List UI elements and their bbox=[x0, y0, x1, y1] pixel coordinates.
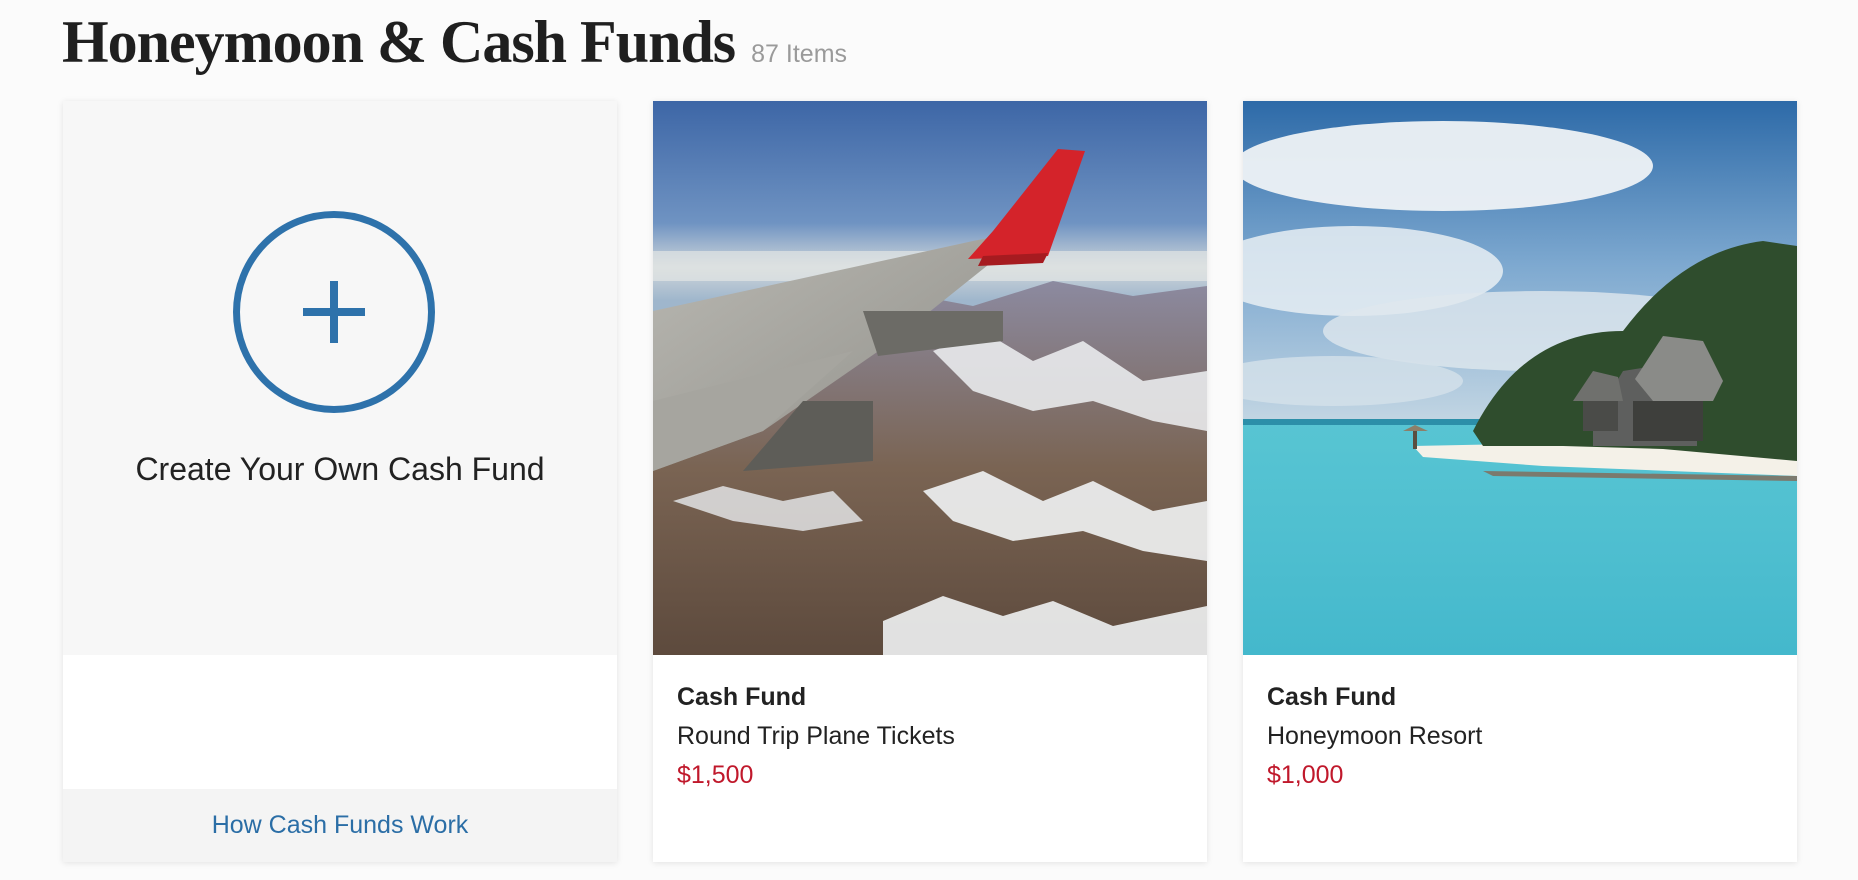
item-count: 87 Items bbox=[751, 40, 848, 68]
section-header: Honeymoon & Cash Funds 87 Items bbox=[62, 8, 847, 77]
create-fund-button[interactable]: Create Your Own Cash Fund bbox=[63, 101, 617, 655]
fund-type: Cash Fund bbox=[1267, 683, 1397, 711]
beach-resort-image[interactable] bbox=[1243, 101, 1797, 655]
fund-info: Cash Fund Round Trip Plane Tickets $1,50… bbox=[677, 683, 955, 790]
plus-circle-icon bbox=[233, 211, 435, 413]
page-title: Honeymoon & Cash Funds bbox=[62, 9, 736, 75]
fund-info: Cash Fund Honeymoon Resort $1,000 bbox=[1267, 683, 1482, 790]
page: Honeymoon & Cash Funds 87 Items Create Y… bbox=[0, 0, 1858, 880]
airplane-wing-image[interactable] bbox=[653, 101, 1207, 655]
fund-card[interactable]: Cash Fund Round Trip Plane Tickets $1,50… bbox=[653, 101, 1207, 862]
fund-name[interactable]: Round Trip Plane Tickets bbox=[677, 722, 955, 751]
how-cash-funds-work-link[interactable]: How Cash Funds Work bbox=[212, 811, 469, 840]
create-fund-label: Create Your Own Cash Fund bbox=[135, 451, 545, 487]
fund-name[interactable]: Honeymoon Resort bbox=[1267, 722, 1482, 751]
fund-card[interactable]: Cash Fund Honeymoon Resort $1,000 bbox=[1243, 101, 1797, 862]
fund-price: $1,000 bbox=[1267, 761, 1344, 789]
fund-price: $1,500 bbox=[677, 761, 754, 789]
fund-type: Cash Fund bbox=[677, 683, 807, 711]
create-fund-card: Create Your Own Cash Fund How Cash Funds… bbox=[63, 101, 617, 862]
how-it-works-bar: How Cash Funds Work bbox=[63, 789, 617, 862]
plus-icon bbox=[303, 281, 365, 343]
